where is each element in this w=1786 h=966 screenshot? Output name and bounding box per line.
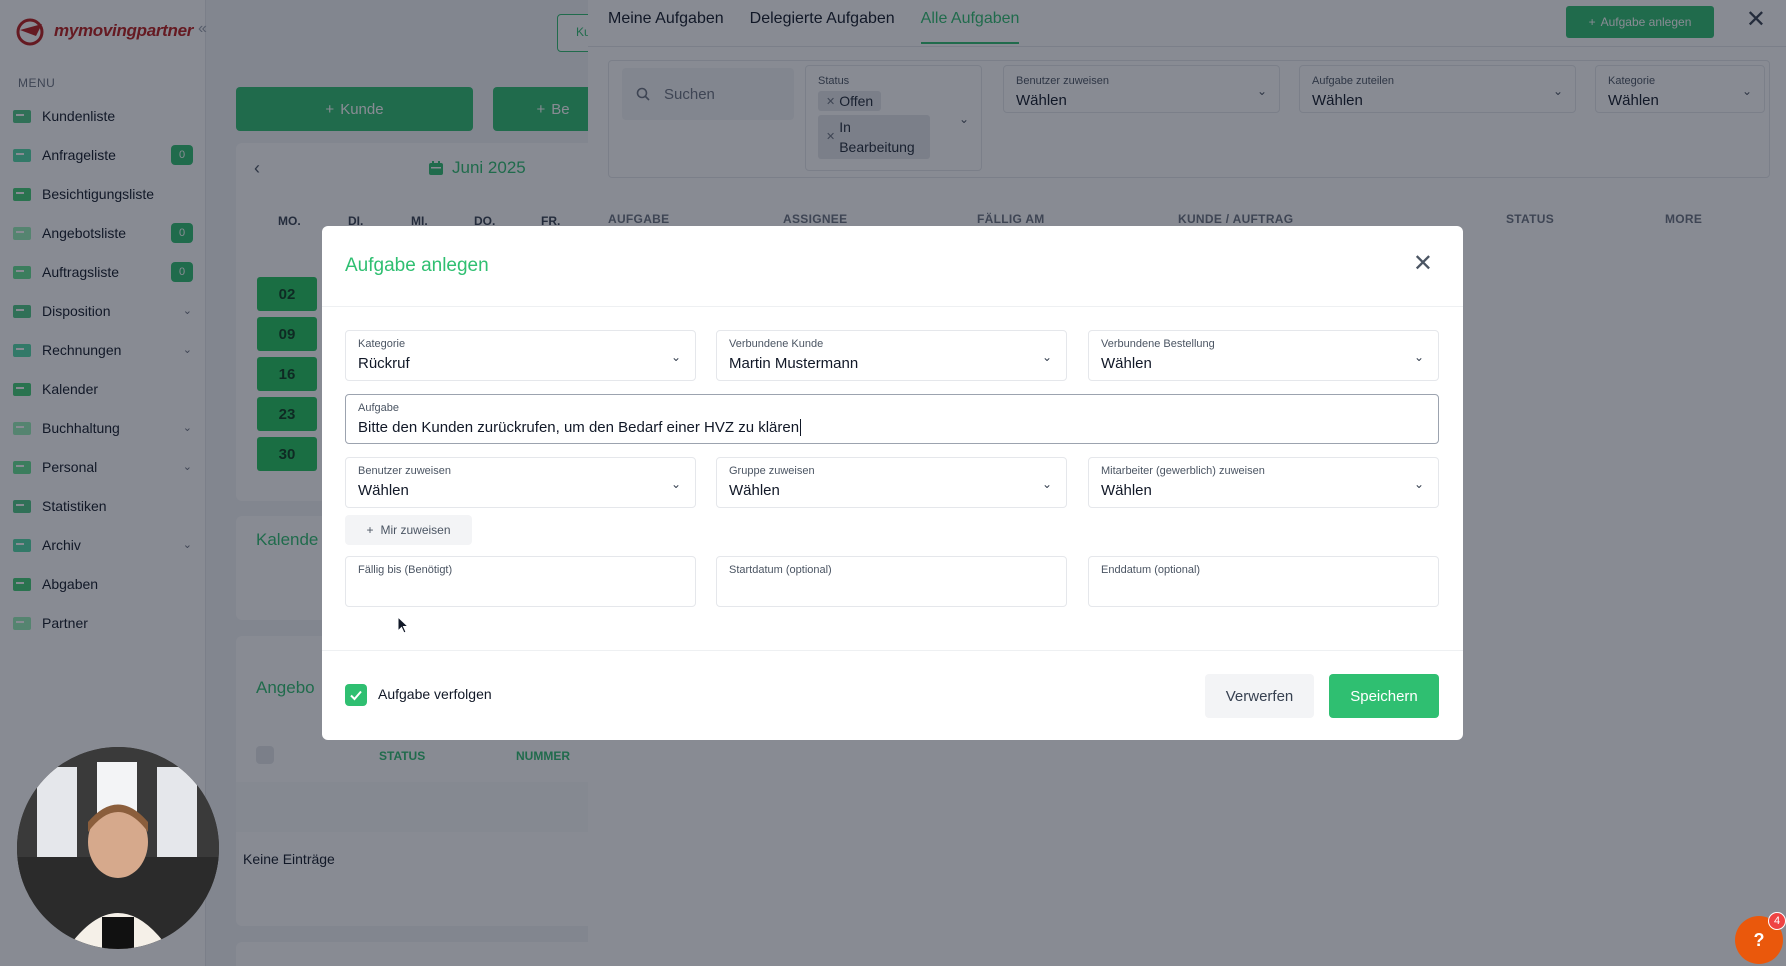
assign-me-button[interactable]: + Mir zuweisen <box>345 515 472 545</box>
save-button[interactable]: Speichern <box>1329 674 1439 718</box>
chevron-down-icon: ⌄ <box>670 477 681 491</box>
chevron-down-icon: ⌄ <box>1413 350 1424 364</box>
assign-user-select[interactable]: Benutzer zuweisen Wählen ⌄ <box>345 457 696 508</box>
start-date-input[interactable]: Startdatum (optional) <box>716 556 1067 607</box>
mouse-cursor-icon <box>397 616 410 634</box>
plus-icon: + <box>366 523 374 537</box>
help-notification-badge: 4 <box>1768 912 1786 930</box>
end-date-input[interactable]: Enddatum (optional) <box>1088 556 1439 607</box>
due-date-input[interactable]: Fällig bis (Benötigt) <box>345 556 696 607</box>
create-task-modal: Aufgabe anlegen ✕ Kategorie Rückruf ⌄ Ve… <box>322 226 1463 740</box>
close-icon[interactable]: ✕ <box>1413 252 1433 276</box>
chevron-down-icon: ⌄ <box>1413 477 1424 491</box>
order-select[interactable]: Verbundene Bestellung Wählen ⌄ <box>1088 330 1439 381</box>
chevron-down-icon: ⌄ <box>1041 350 1052 364</box>
assign-worker-select[interactable]: Mitarbeiter (gewerblich) zuweisen Wählen… <box>1088 457 1439 508</box>
modal-title: Aufgabe anlegen <box>345 255 489 276</box>
divider <box>322 650 1463 651</box>
check-icon <box>350 690 362 701</box>
follow-task-checkbox[interactable] <box>345 684 367 706</box>
webcam-person-image <box>17 747 219 949</box>
chevron-down-icon: ⌄ <box>1041 477 1052 491</box>
webcam-overlay <box>17 747 219 949</box>
task-text-input[interactable]: Aufgabe Bitte den Kunden zurückrufen, um… <box>345 394 1439 444</box>
chevron-down-icon: ⌄ <box>670 350 681 364</box>
category-select[interactable]: Kategorie Rückruf ⌄ <box>345 330 696 381</box>
customer-select[interactable]: Verbundene Kunde Martin Mustermann ⌄ <box>716 330 1067 381</box>
assign-group-select[interactable]: Gruppe zuweisen Wählen ⌄ <box>716 457 1067 508</box>
divider <box>322 306 1463 307</box>
text-caret <box>800 419 802 436</box>
discard-button[interactable]: Verwerfen <box>1205 674 1314 718</box>
follow-task-label[interactable]: Aufgabe verfolgen <box>378 686 492 702</box>
